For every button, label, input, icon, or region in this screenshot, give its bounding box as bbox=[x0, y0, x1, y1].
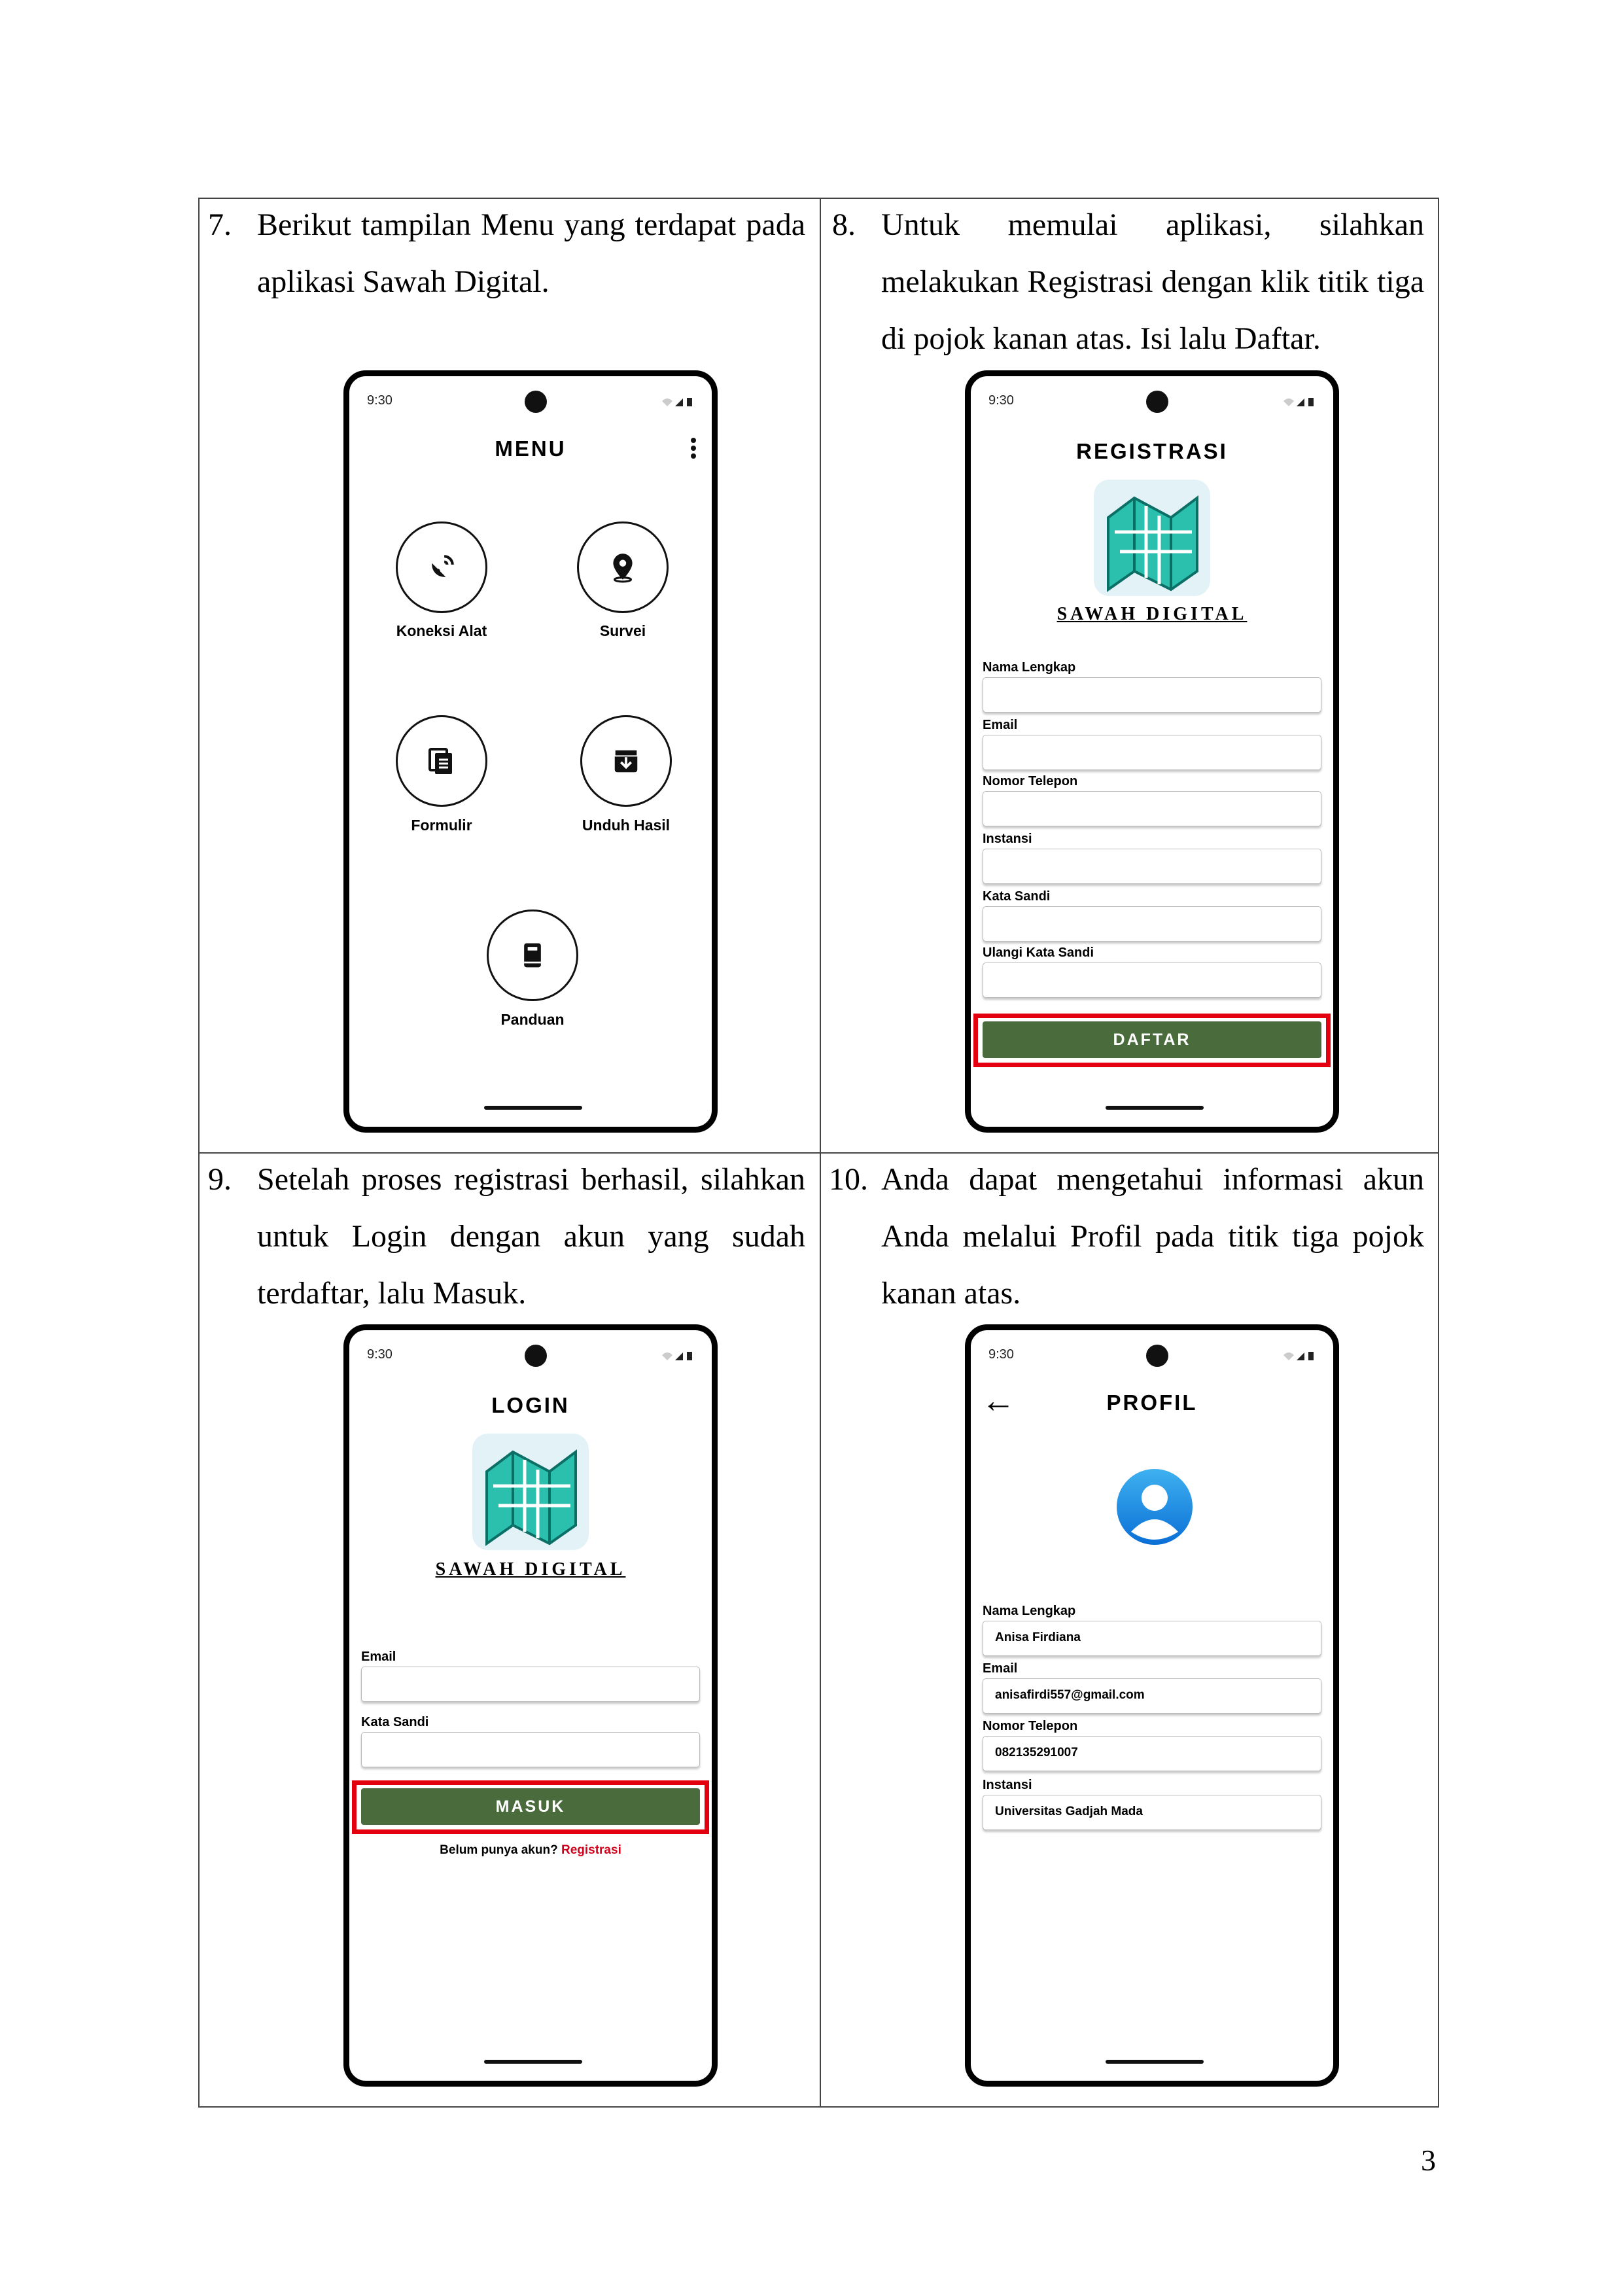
field-label: Ulangi Kata Sandi bbox=[983, 945, 1094, 960]
step-9-text: 9. Setelah proses registrasi berhasil, s… bbox=[208, 1151, 805, 1322]
page-title: MENU bbox=[495, 436, 567, 461]
camera-icon bbox=[525, 391, 547, 413]
field-label: Instansi bbox=[983, 832, 1032, 846]
field-value: 082135291007 bbox=[995, 1746, 1078, 1759]
field-label: Nama Lengkap bbox=[983, 660, 1076, 675]
menu-label: Koneksi Alat bbox=[396, 622, 487, 639]
map-pin-icon bbox=[613, 554, 633, 583]
satellite-dish-icon bbox=[432, 555, 454, 577]
field-label: Kata Sandi bbox=[983, 889, 1051, 904]
nama-lengkap-input[interactable] bbox=[983, 677, 1321, 713]
register-link[interactable]: Registrasi bbox=[561, 1843, 621, 1857]
menu-label: Panduan bbox=[500, 1011, 565, 1028]
step-description: Berikut tampilan Menu yang terdapat pada… bbox=[257, 207, 805, 299]
field-value: Universitas Gadjah Mada bbox=[995, 1805, 1143, 1818]
email-input[interactable] bbox=[361, 1667, 700, 1702]
field-label: Nomor Telepon bbox=[983, 1719, 1078, 1733]
instansi-input[interactable] bbox=[983, 849, 1321, 884]
step-number: 10. bbox=[829, 1162, 868, 1197]
email-input[interactable] bbox=[983, 735, 1321, 770]
step-description: Setelah proses registrasi berhasil, sila… bbox=[257, 1162, 805, 1311]
sawah-digital-logo bbox=[472, 1434, 589, 1550]
status-icons bbox=[662, 398, 692, 406]
step-number: 7. bbox=[208, 207, 232, 242]
field-label: Kata Sandi bbox=[361, 1715, 429, 1729]
register-prompt: Belum punya akun? Registrasi bbox=[349, 1843, 712, 1858]
step-7-text: 7. Berikut tampilan Menu yang terdapat p… bbox=[208, 196, 805, 310]
phone-login-screen: 9:30 LOGIN SAWAH DIGITAL Email Kata Sand… bbox=[343, 1324, 718, 2087]
step-8-text: 8. Untuk memulai aplikasi, silahkan mela… bbox=[832, 196, 1424, 367]
unduh-hasil-button[interactable] bbox=[580, 715, 672, 807]
menu-label: Formulir bbox=[411, 817, 472, 834]
ulangi-kata-sandi-input[interactable] bbox=[983, 963, 1321, 998]
camera-icon bbox=[525, 1345, 547, 1367]
status-time: 9:30 bbox=[988, 393, 1014, 408]
field-label: Instansi bbox=[983, 1778, 1032, 1792]
home-indicator bbox=[484, 2060, 582, 2064]
field-label: Email bbox=[361, 1650, 396, 1664]
map-logo-icon bbox=[485, 1449, 577, 1546]
kata-sandi-input[interactable] bbox=[983, 906, 1321, 942]
sawah-digital-logo bbox=[1094, 480, 1210, 596]
nomor-telepon-field: 082135291007 bbox=[983, 1736, 1321, 1771]
daftar-button[interactable]: DAFTAR bbox=[983, 1021, 1321, 1058]
avatar-icon bbox=[1117, 1469, 1193, 1545]
camera-icon bbox=[1146, 391, 1168, 413]
home-indicator bbox=[484, 1106, 582, 1110]
kata-sandi-input[interactable] bbox=[361, 1732, 700, 1767]
home-indicator bbox=[1106, 1106, 1204, 1110]
status-icons bbox=[1283, 1352, 1314, 1360]
formulir-button[interactable] bbox=[396, 715, 487, 807]
camera-icon bbox=[1146, 1345, 1168, 1367]
status-time: 9:30 bbox=[367, 393, 393, 408]
status-icons bbox=[1283, 398, 1314, 406]
nomor-telepon-input[interactable] bbox=[983, 791, 1321, 826]
status-time: 9:30 bbox=[988, 1347, 1014, 1362]
brand-name: SAWAH DIGITAL bbox=[435, 1559, 626, 1580]
status-time: 9:30 bbox=[367, 1347, 393, 1362]
download-box-icon bbox=[614, 749, 638, 773]
page-number: 3 bbox=[1421, 2144, 1436, 2177]
status-icons bbox=[662, 1352, 692, 1360]
email-field: anisafirdi557@gmail.com bbox=[983, 1678, 1321, 1714]
field-label: Email bbox=[983, 718, 1018, 732]
field-value: Anisa Firdiana bbox=[995, 1631, 1081, 1644]
documents-icon bbox=[428, 748, 452, 774]
step-description: Anda dapat mengetahui informasi akun And… bbox=[881, 1162, 1424, 1311]
more-options-icon[interactable] bbox=[691, 438, 696, 461]
instruction-table: 7. Berikut tampilan Menu yang terdapat p… bbox=[198, 198, 1439, 2108]
page-title: REGISTRASI bbox=[1076, 439, 1228, 463]
home-indicator bbox=[1106, 2060, 1204, 2064]
panduan-button[interactable] bbox=[487, 910, 578, 1001]
nama-lengkap-field: Anisa Firdiana bbox=[983, 1621, 1321, 1656]
menu-label: Unduh Hasil bbox=[582, 817, 671, 834]
book-icon bbox=[524, 943, 541, 968]
page-title: LOGIN bbox=[491, 1393, 570, 1417]
step-10-text: 10. Anda dapat mengetahui informasi akun… bbox=[829, 1151, 1424, 1322]
survei-button[interactable] bbox=[577, 521, 669, 613]
page-title: PROFIL bbox=[1106, 1390, 1198, 1415]
step-number: 9. bbox=[208, 1162, 232, 1197]
step-description: Untuk memulai aplikasi, silahkan melakuk… bbox=[881, 207, 1424, 356]
menu-label: Survei bbox=[599, 622, 646, 639]
phone-menu-screen: 9:30 MENU Koneksi Alat Survei Formulir U… bbox=[343, 370, 718, 1133]
phone-profile-screen: 9:30 ← PROFIL Nama Lengkap Anisa Firdian… bbox=[965, 1324, 1339, 2087]
brand-name: SAWAH DIGITAL bbox=[1056, 604, 1248, 624]
field-value: anisafirdi557@gmail.com bbox=[995, 1688, 1145, 1702]
field-label: Nomor Telepon bbox=[983, 774, 1078, 788]
field-label: Nama Lengkap bbox=[983, 1604, 1076, 1618]
masuk-button[interactable]: MASUK bbox=[361, 1788, 700, 1825]
register-prompt-text: Belum punya akun? bbox=[440, 1843, 558, 1857]
step-number: 8. bbox=[832, 207, 856, 242]
instansi-field: Universitas Gadjah Mada bbox=[983, 1795, 1321, 1830]
field-label: Email bbox=[983, 1661, 1018, 1676]
phone-register-screen: 9:30 REGISTRASI SAWAH DIGITAL Nama Lengk… bbox=[965, 370, 1339, 1133]
koneksi-alat-button[interactable] bbox=[396, 521, 487, 613]
map-logo-icon bbox=[1107, 495, 1198, 592]
